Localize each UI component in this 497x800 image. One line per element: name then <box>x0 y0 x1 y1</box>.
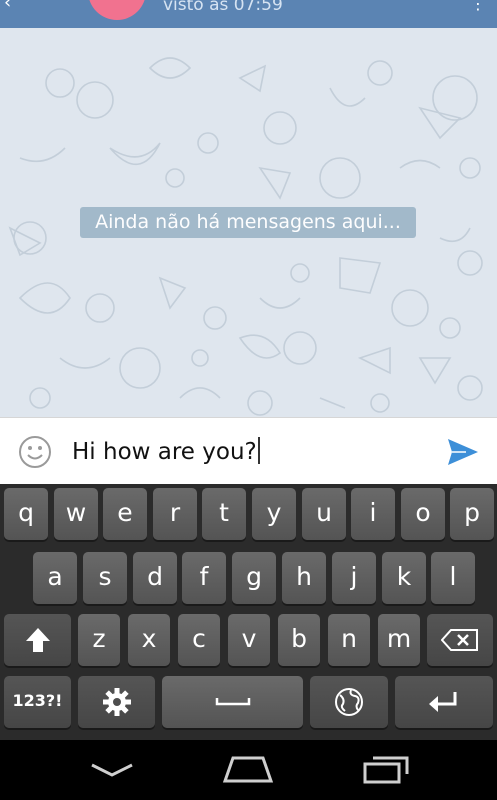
system-nav-bar <box>0 740 497 800</box>
send-icon[interactable] <box>446 436 480 468</box>
settings-key[interactable] <box>78 676 155 728</box>
key-h[interactable]: h <box>282 552 326 604</box>
back-arrow-icon[interactable]: ‹ <box>4 0 11 13</box>
key-w[interactable]: w <box>54 488 98 540</box>
key-z[interactable]: z <box>78 614 120 666</box>
space-bar-icon <box>215 698 250 706</box>
last-seen-status: visto às 07:59 <box>163 0 283 15</box>
key-k[interactable]: k <box>382 552 426 604</box>
key-m[interactable]: m <box>378 614 420 666</box>
key-i[interactable]: i <box>351 488 395 540</box>
key-p[interactable]: p <box>450 488 494 540</box>
more-menu-icon[interactable]: ⋮ <box>470 0 486 13</box>
symbols-key[interactable]: 123?! <box>4 676 71 728</box>
key-a[interactable]: a <box>33 552 77 604</box>
backspace-icon <box>441 629 478 651</box>
key-u[interactable]: u <box>302 488 346 540</box>
key-r[interactable]: r <box>153 488 197 540</box>
key-f[interactable]: f <box>182 552 226 604</box>
backspace-key[interactable] <box>427 614 493 666</box>
enter-arrow-icon <box>429 692 457 712</box>
key-c[interactable]: c <box>178 614 220 666</box>
key-y[interactable]: y <box>252 488 296 540</box>
key-o[interactable]: o <box>401 488 445 540</box>
text-cursor <box>257 437 260 464</box>
message-input[interactable]: Hi how are you? <box>72 435 260 469</box>
emoji-icon[interactable] <box>18 435 52 469</box>
message-list[interactable]: Ainda não há mensagens aqui... <box>0 28 497 417</box>
message-composer: Hi how are you? <box>0 417 497 484</box>
key-v[interactable]: v <box>228 614 270 666</box>
key-j[interactable]: j <box>332 552 376 604</box>
message-input-value: Hi how are you? <box>72 439 257 465</box>
gear-icon <box>102 688 131 716</box>
key-b[interactable]: b <box>278 614 320 666</box>
key-s[interactable]: s <box>83 552 127 604</box>
space-key[interactable] <box>162 676 303 728</box>
empty-chat-notice: Ainda não há mensagens aqui... <box>80 207 416 238</box>
back-chevron-icon[interactable] <box>90 762 134 778</box>
key-q[interactable]: q <box>4 488 48 540</box>
language-key[interactable] <box>310 676 388 728</box>
globe-icon <box>335 688 363 716</box>
key-e[interactable]: e <box>103 488 147 540</box>
chat-header: ‹ visto às 07:59 ⋮ <box>0 0 497 28</box>
key-x[interactable]: x <box>128 614 170 666</box>
shift-key[interactable] <box>4 614 71 666</box>
avatar[interactable] <box>88 0 146 20</box>
key-t[interactable]: t <box>202 488 246 540</box>
key-n[interactable]: n <box>328 614 370 666</box>
home-icon[interactable] <box>222 754 274 784</box>
key-l[interactable]: l <box>431 552 475 604</box>
key-d[interactable]: d <box>133 552 177 604</box>
shift-arrow-icon <box>25 628 50 652</box>
key-g[interactable]: g <box>232 552 276 604</box>
enter-key[interactable] <box>395 676 493 728</box>
recent-apps-icon[interactable] <box>362 754 410 784</box>
soft-keyboard: 123?! qwertyuiop asdfghjkl zxcvbnm <box>0 484 497 740</box>
